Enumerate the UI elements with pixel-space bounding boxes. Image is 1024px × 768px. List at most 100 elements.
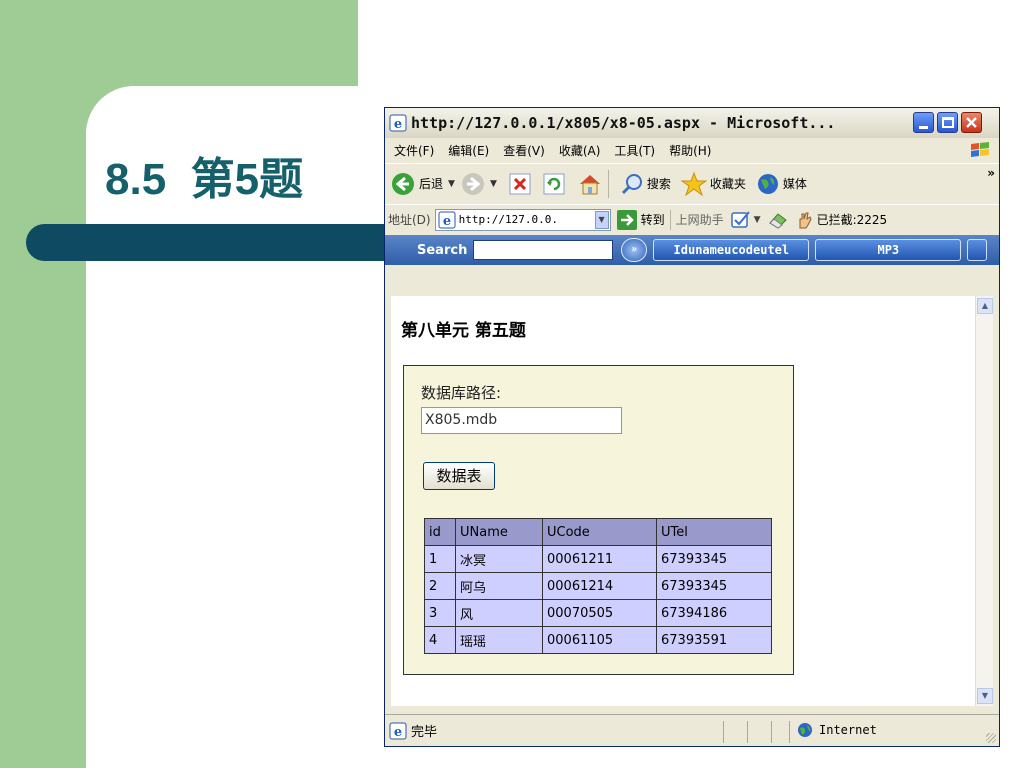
star-icon [680,171,707,196]
go-label: 转到 [640,213,665,227]
back-button[interactable]: 后退 ▼ [391,172,455,196]
status-divider [789,721,790,743]
table-cell: 00061214 [542,572,657,600]
search-button[interactable]: 搜索 [620,172,671,196]
status-divider [723,721,724,743]
maximize-button[interactable] [937,112,958,133]
search-toolbar: Search » Idunameucodeutel MP3 [385,235,999,265]
resize-grip[interactable] [986,733,996,743]
favorites-button[interactable]: 收藏夹 [680,171,746,196]
slide-title-number: 8.5 [105,155,167,204]
table-row: 1 冰冥 00061211 67393345 [424,545,772,573]
toolbar-separator [607,169,609,198]
status-divider [771,721,772,743]
svg-text:e: e [394,117,402,132]
menu-view[interactable]: 查看(V) [503,142,545,159]
table-cell: 瑶瑶 [455,626,543,654]
search-pill-3[interactable] [967,239,988,261]
table-cell: 00061105 [542,626,657,654]
back-dropdown-icon[interactable]: ▼ [448,179,455,189]
data-table-button[interactable]: 数据表 [423,462,495,490]
db-path-label: 数据库路径: [421,384,502,402]
table-cell: 4 [424,626,456,654]
form-panel: 数据库路径: X805.mdb 数据表 id UName UCode UTel [403,365,794,675]
table-cell: 风 [455,599,543,627]
table-row: 2 阿乌 00061214 67393345 [424,572,772,600]
table-row: 3 风 00070505 67394186 [424,599,772,627]
search-icon [621,173,642,194]
window-title: http://127.0.0.1/x805/x8-05.aspx - Micro… [411,114,836,132]
blocked-count[interactable]: 已拦截:2225 [817,211,888,228]
address-separator [669,209,671,230]
menu-help[interactable]: 帮助(H) [669,142,711,159]
status-divider [747,721,748,743]
back-label: 后退 [419,177,444,191]
search-label: 搜索 [646,177,671,191]
table-cell: 00061211 [542,545,657,573]
address-bar: 地址(D) e http://127.0.0. ▼ 转到 上网助手 ▼ 已拦截:… [385,204,999,234]
table-cell: 67394186 [656,599,772,627]
globe-icon [798,723,812,737]
table-cell: 阿乌 [455,572,543,600]
status-bar: e 完毕 Internet [385,714,999,746]
slide-title-text: 第5题 [190,155,304,204]
page-heading: 第八单元 第五题 [401,321,526,341]
go-button[interactable]: 转到 [616,209,665,230]
back-arrow-icon [392,172,414,195]
scroll-up-icon[interactable]: ▲ [977,298,993,314]
forward-arrow-icon [461,172,484,195]
menu-tools[interactable]: 工具(T) [614,142,655,159]
table-row: 4 瑶瑶 00061105 67393591 [424,626,772,654]
data-table: id UName UCode UTel 1 冰冥 00061211 673933… [424,518,772,654]
address-dropdown-icon[interactable]: ▼ [594,210,609,229]
menu-bar: 文件(F) 编辑(E) 查看(V) 收藏(A) 工具(T) 帮助(H) [385,139,999,161]
column-header: UCode [542,518,657,546]
media-label: 媒体 [782,177,807,191]
vertical-scrollbar[interactable]: ▲ ▼ [975,296,993,706]
search-pill-1[interactable]: Idunameucodeutel [653,239,810,261]
column-header: UTel [656,518,772,546]
forward-dropdown-icon[interactable]: ▼ [490,179,497,189]
slide-title: 8.5 第5题 [105,143,303,207]
scroll-down-icon[interactable]: ▼ [977,688,993,704]
toolbar-more-chevron[interactable]: » [987,166,995,180]
search-toolbar-label: Search [417,242,468,258]
search-pill-2[interactable]: MP3 [815,239,962,261]
close-icon [966,117,977,128]
title-bar[interactable]: e http://127.0.0.1/x805/x8-05.aspx - Mic… [385,108,999,138]
media-button[interactable]: 媒体 [756,172,807,196]
eraser-icon[interactable] [767,210,789,230]
close-button[interactable] [961,112,982,133]
column-header: UName [455,518,543,546]
favorites-label: 收藏夹 [709,177,746,191]
search-go-button[interactable]: » [621,238,648,262]
decor-green-strip [0,0,86,768]
security-zone: Internet [797,722,877,738]
standard-toolbar: 后退 ▼ ▼ 搜索 收藏夹 媒体 » [385,163,999,203]
svg-text:e: e [394,725,402,740]
refresh-button[interactable] [543,173,565,195]
menu-file[interactable]: 文件(F) [394,142,434,159]
minimize-button[interactable] [913,112,934,133]
page-content: 第八单元 第五题 数据库路径: X805.mdb 数据表 id UName UC… [391,296,975,706]
hand-icon[interactable] [795,210,815,230]
stop-button[interactable] [509,173,531,195]
slide: 8.5 第5题 e http://127.0.0.1/x805/x8-05.as… [0,0,1024,768]
db-path-input[interactable]: X805.mdb [421,407,622,434]
status-text: 完毕 [411,725,438,740]
forward-button[interactable]: ▼ [461,172,497,196]
assistant-check-icon[interactable] [730,210,752,230]
table-cell: 67393345 [656,545,772,573]
menu-favorites[interactable]: 收藏(A) [559,142,601,159]
menu-edit[interactable]: 编辑(E) [448,142,489,159]
windows-flag-icon [971,142,989,157]
assistant-label[interactable]: 上网助手 [676,211,724,228]
table-cell: 67393591 [656,626,772,654]
search-toolbar-input[interactable] [473,240,614,260]
home-icon [579,174,600,194]
address-input[interactable]: e http://127.0.0. [434,208,611,231]
assistant-dropdown-icon[interactable]: ▼ [754,215,761,225]
zone-label: Internet [819,723,877,737]
address-label: 地址(D) [388,213,431,227]
home-button[interactable] [577,172,603,196]
